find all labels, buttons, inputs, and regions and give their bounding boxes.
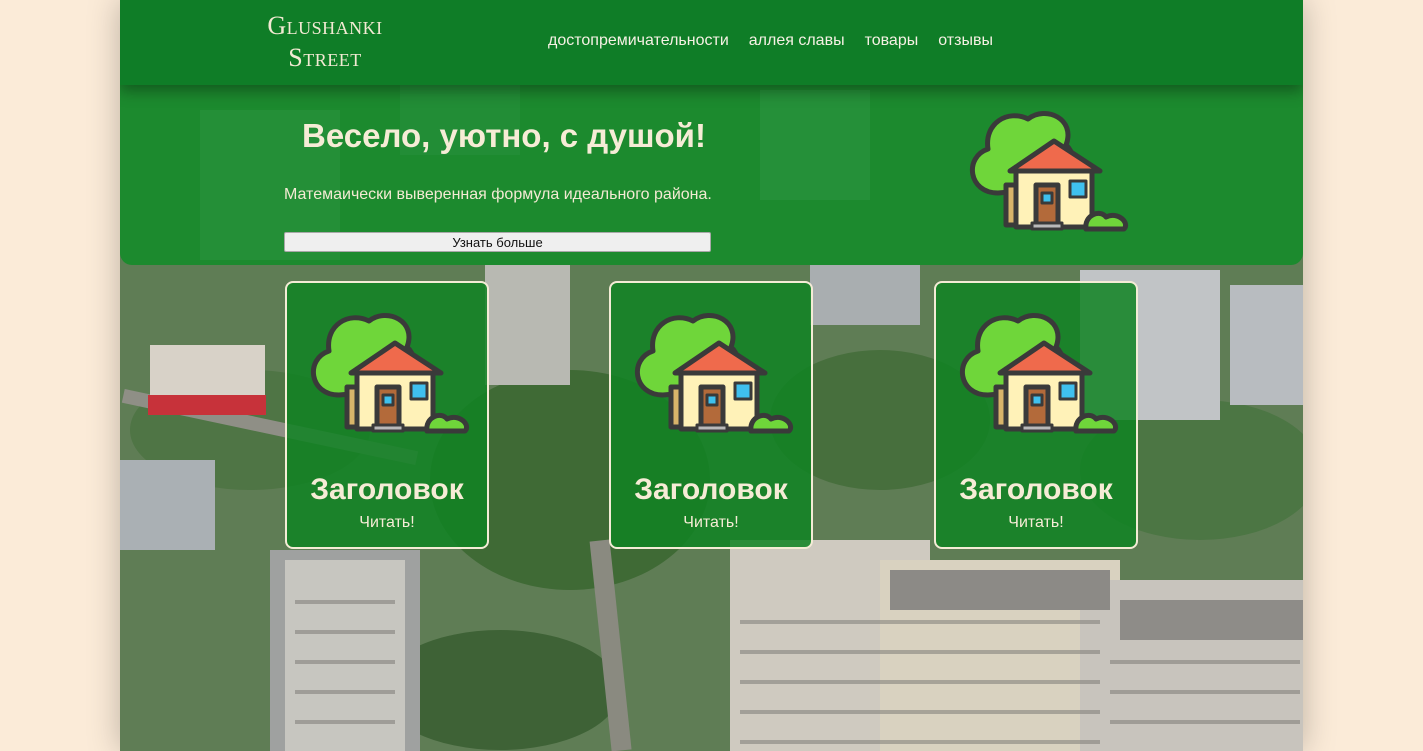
site-logo[interactable]: Glushanki Street: [250, 10, 400, 74]
card-3[interactable]: Заголовок Читать!: [934, 281, 1138, 549]
card-1[interactable]: Заголовок Читать!: [285, 281, 489, 549]
nav-item-reviews[interactable]: отзывы: [938, 32, 993, 50]
logo-line-1: Glushanki: [267, 11, 383, 40]
main-nav: достопремичательности аллея славы товары…: [548, 32, 993, 50]
page-container: Glushanki Street достопремичательности а…: [120, 0, 1303, 751]
card-title: Заголовок: [959, 473, 1113, 506]
top-navbar: Glushanki Street достопремичательности а…: [120, 0, 1303, 85]
house-with-tree-icon: [958, 105, 1138, 242]
card-title: Заголовок: [634, 473, 788, 506]
house-with-tree-icon: [948, 307, 1128, 444]
house-with-tree-icon: [623, 307, 803, 444]
hero-title: Весело, уютно, с душой!: [302, 117, 706, 154]
learn-more-button[interactable]: Узнать больше: [284, 232, 711, 252]
card-title: Заголовок: [310, 473, 464, 506]
nav-item-walk-of-fame[interactable]: аллея славы: [749, 32, 845, 50]
house-with-tree-icon: [299, 307, 479, 444]
nav-item-attractions[interactable]: достопремичательности: [548, 32, 729, 50]
nav-item-goods[interactable]: товары: [865, 32, 919, 50]
logo-line-2: Street: [288, 43, 362, 72]
card-2[interactable]: Заголовок Читать!: [609, 281, 813, 549]
card-read-link[interactable]: Читать!: [936, 514, 1136, 532]
card-read-link[interactable]: Читать!: [611, 514, 811, 532]
hero-section: Весело, уютно, с душой! Матемаически выв…: [120, 85, 1303, 265]
hero-subtitle: Матемаически выверенная формула идеально…: [284, 186, 712, 203]
card-read-link[interactable]: Читать!: [287, 514, 487, 532]
